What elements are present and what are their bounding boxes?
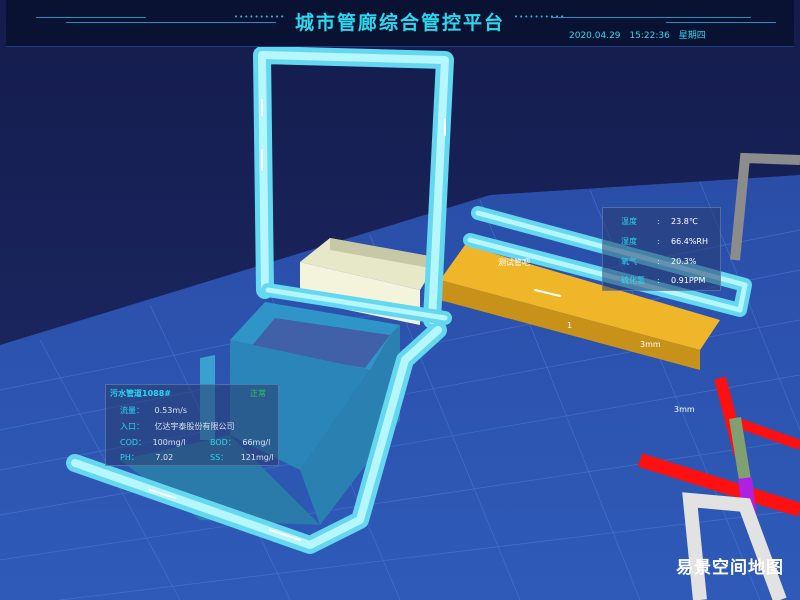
ph-value: 7.02 <box>155 453 174 462</box>
cod-label: COD： <box>120 438 147 447</box>
scene-label-marker-2: 3mm <box>640 340 661 349</box>
weekday-text: 星期四 <box>678 31 706 41</box>
time-text: 15:22:36 <box>629 31 670 41</box>
bod-label: BOD： <box>210 438 236 447</box>
sewage-pipe-info-panel[interactable]: 污水管道1088# 正常 流量： 0.53m/s 入口： 亿达宇泰股份有限公司 … <box>105 384 279 466</box>
bod-value: 66mg/l <box>242 438 271 447</box>
flow-value: 0.53m/s <box>154 406 188 415</box>
env-row-h2s: 硫化氢: 0.91PPM <box>621 275 705 286</box>
ph-label: PH： <box>120 453 139 462</box>
h2s-sep: : <box>657 276 660 285</box>
env-row-humidity: 湿度: 66.4%RH <box>621 236 708 247</box>
env-row-oxygen: 氧气: 20.3% <box>621 256 696 267</box>
env-row-temperature: 温度: 23.8℃ <box>621 216 698 227</box>
inlet-label: 入口： <box>120 422 144 431</box>
datetime-display: 2020.04.29 15:22:36 星期四 <box>569 28 712 41</box>
environment-info-panel[interactable]: 温度: 23.8℃ 湿度: 66.4%RH 氧气: 20.3% 硫化氢: 0.91PPM <box>602 207 721 291</box>
pipe-panel-title: 污水管道1088# <box>110 389 171 398</box>
flow-label: 流量： <box>120 406 144 415</box>
scene-label-marker-3: 3mm <box>674 405 695 414</box>
scene-label-marker-1: 1 <box>567 321 573 330</box>
humidity-label: 湿度 <box>621 237 637 246</box>
header-bar: •••••••••• •••••••••• 城市管廊综合管控平台 2020.04… <box>6 0 794 47</box>
oxygen-value: 20.3% <box>671 257 697 266</box>
status-badge: 正常 <box>250 389 266 398</box>
h2s-value: 0.91PPM <box>671 276 706 285</box>
ss-label: SS： <box>210 453 229 462</box>
humidity-sep: : <box>657 237 660 246</box>
3d-scene-canvas[interactable] <box>0 0 800 600</box>
temperature-label: 温度 <box>621 217 637 226</box>
humidity-value: 66.4%RH <box>671 237 708 246</box>
brand-watermark: 易景空间地图 <box>676 558 784 578</box>
h2s-label: 硫化氢 <box>621 276 645 285</box>
oxygen-label: 氧气 <box>621 257 637 266</box>
ss-value: 121mg/l <box>240 453 274 462</box>
oxygen-sep: : <box>657 257 660 266</box>
inlet-value: 亿达宇泰股份有限公司 <box>154 422 235 431</box>
scene-label-box: 测试管吧 <box>498 258 530 267</box>
cod-value: 100mg/l <box>152 438 186 447</box>
temperature-sep: : <box>657 217 660 226</box>
date-text: 2020.04.29 <box>569 31 621 41</box>
temperature-value: 23.8℃ <box>671 217 698 226</box>
